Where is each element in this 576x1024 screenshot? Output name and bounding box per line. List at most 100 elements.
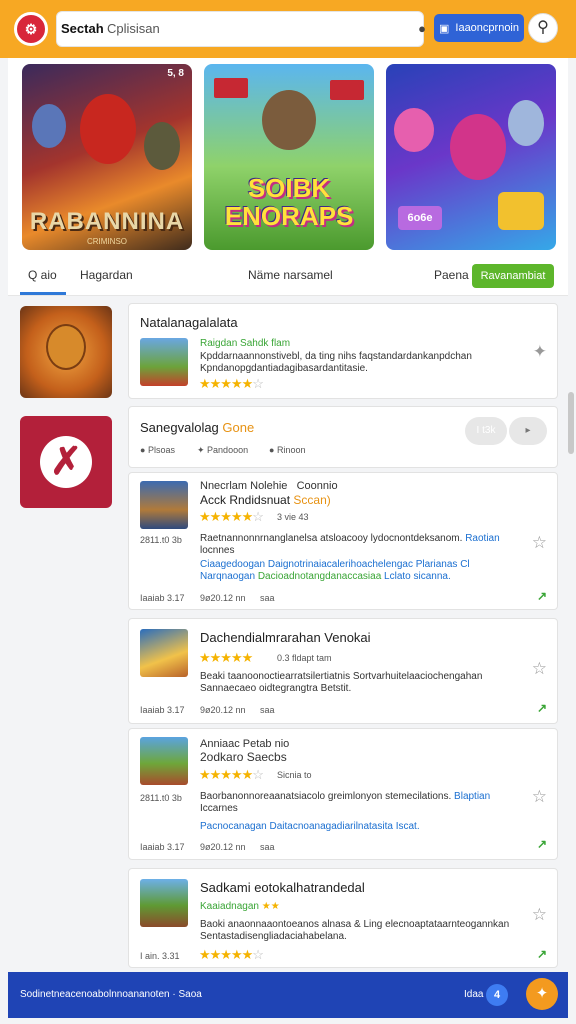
search-icon[interactable]: ⚲ [528,13,558,43]
notification-badge[interactable]: 4 [486,984,508,1006]
card-subtitle-text: Kaaiadnagan [200,901,259,912]
search-input[interactable]: Cplisisan [107,21,160,36]
card-link[interactable]: Daignotrinaiacalerihoachelengac Plariana… [268,559,458,570]
tab-action-button[interactable]: Ravanambiat [472,264,554,288]
share-icon[interactable]: ↗ [537,947,547,961]
rating-stars: ★★★★★☆ [199,509,264,524]
card-links: Ciaagedoogan Daignotrinaiacalerihoachele… [200,559,470,571]
card-description: locnnes [200,545,235,556]
tab-hagardan[interactable]: Hagardan [80,268,133,282]
card-links: Narqnaogan Dacioadnotangdanaccasiaa Lcla… [200,571,451,583]
card-footer-date: I ain. 3.31 [140,951,180,961]
blocked-icon: ✗ [50,441,82,483]
rating-stars: ★★★★★☆ [199,376,264,391]
card-link[interactable]: Dacioadnotangdanaccasiaa [258,571,381,582]
tab-bar: Q aio Hagardan Näme narsamel Paena Ravan… [8,258,568,296]
card-description: Kpddarnaannonstivebl, da ting nihs faqst… [200,351,472,362]
card-date: 2811.t0 3b [140,793,182,803]
game-card[interactable]: Sadkami eotokalhatrandedal Kaaiadnagan ★… [128,868,558,968]
favorite-icon[interactable]: ☆ [532,659,547,679]
app-tile[interactable]: ✗ [20,416,112,508]
card-link[interactable]: Pacnocanagan [200,821,267,832]
share-icon[interactable]: ↗ [537,701,547,715]
card-title: Dachendialmrarahan Venokai [200,630,371,645]
game-card[interactable]: Nnecrlam Nolehie Coonnio Acck Rndidsnuat… [128,472,558,610]
toggle-off-button[interactable]: I t3k [465,417,507,445]
card-link[interactable]: Lclato sicanna. [384,571,451,582]
game-card[interactable]: Natalanagalalata Raigdan Sahdk flam Kpdd… [128,303,558,399]
card-footer-time: 9ø20.12 nn [200,705,246,715]
category-card[interactable]: Sanegvalolag Gone ● Plsoas ✦ Pandooon ● … [128,406,558,468]
top-action-button[interactable]: ▣ Iaaoncprnoin [434,14,524,42]
card-title-accent: Gone [222,420,255,435]
card-footer-tag: saa [260,842,275,852]
card-link[interactable]: Narqnaogan [200,571,255,582]
next-button[interactable]: ▸ [509,417,547,445]
banner-title: SOIBK ENORAPS [204,174,374,230]
game-thumbnail[interactable] [140,338,188,386]
favorite-icon[interactable]: ☆ [532,787,547,807]
game-thumbnail[interactable] [140,481,188,529]
app-logo[interactable]: ⚙ [14,12,48,46]
featured-game-thumbnail[interactable] [20,306,112,398]
tab-all[interactable]: Q aio [28,268,57,282]
card-link[interactable]: Daitacnoanagadiarilnatasita Iscat. [270,821,420,832]
card-title-text: Sanegvalolag [140,420,219,435]
card-subtitle: Raigdan Sahdk flam [200,338,291,349]
chip-plsoas[interactable]: ● Plsoas [140,445,175,455]
banner-3[interactable]: 6o6e [386,64,556,250]
tab-paena[interactable]: Paena [434,268,469,282]
card-title-line-1: Anniaac Petab nio [200,738,290,750]
search-bar[interactable]: Sectah Cplisisan ● ✦ ✕ [56,11,475,47]
description-link[interactable]: Raotian [465,533,499,544]
active-tab-indicator [20,292,66,295]
rating-stars: ★★★★★ [199,650,253,665]
bottom-bar: Sodinetneacenoabolnnoananoten · Saoa Ida… [8,972,568,1018]
lightning-icon[interactable]: ✦ [526,978,558,1010]
game-thumbnail[interactable] [140,879,188,927]
chip-pandooon[interactable]: ✦ Pandooon [197,445,248,456]
game-card[interactable]: Dachendialmrarahan Venokai ★★★★★ 0.3 fld… [128,618,558,724]
scrollbar[interactable] [568,392,574,454]
game-card[interactable]: Anniaac Petab nio 2odkaro Saecbs ★★★★★☆ … [128,728,558,860]
banner-1[interactable]: 5, 8 RABANNINA CRIMINSO [22,64,192,250]
card-footer-time: 9ø20.12 nn [200,842,246,852]
banner-title-line-1: SOIBK [247,173,331,203]
chip-label: Rinoon [276,445,306,455]
favorite-icon[interactable]: ✦ [533,342,547,362]
chip-rinoon[interactable]: ● Rinoon [269,445,305,455]
game-thumbnail[interactable] [140,737,188,785]
description-link[interactable]: Blaptian [454,791,490,802]
hero-figure-image [32,104,66,148]
banner-title-line-2: ENORAPS [224,201,354,231]
card-title: Sanegvalolag Gone [140,420,254,435]
card-description: Iccarnes [200,803,238,814]
search-label: Sectah [61,21,104,36]
card-title-text: Acck Rndidsnuat [200,493,291,507]
favorite-icon[interactable]: ☆ [532,905,547,925]
card-link[interactable]: Ciaagedoogan [200,559,265,570]
share-icon[interactable]: ↗ [537,837,547,851]
card-description: Sannaecaeo oidtegrangtra Betstit. [200,683,352,694]
tab-name[interactable]: Näme narsamel [248,268,333,282]
game-thumbnail[interactable] [140,629,188,677]
card-title-note: Coonnio [296,480,338,492]
description-text: Raetnannonnrnanglanelsa atsloacooy lydoc… [200,533,463,544]
card-title: Natalanagalalata [140,315,238,330]
rating-stars: ★★★★★☆ [199,947,264,962]
flag-image [330,80,364,100]
flag-image [214,78,248,98]
share-icon[interactable]: ↗ [537,589,547,603]
card-title-line: Nnecrlam Nolehie [200,480,288,492]
lock-icon[interactable]: ● [413,20,431,38]
hero-figure-image [144,122,180,170]
card-footer-date: Iaaiab 3.17 [140,593,185,603]
card-description: Raetnannonnrnanglanelsa atsloacooy lydoc… [200,533,500,545]
card-link[interactable]: Cl [460,559,469,570]
favorite-icon[interactable]: ☆ [532,533,547,553]
hero-figure-image [394,108,434,152]
banner-title: RABANNINA [29,208,185,235]
banner-2[interactable]: SOIBK ENORAPS [204,64,374,250]
card-footer-date: Iaaiab 3.17 [140,705,185,715]
chip-label: Plsoas [147,445,175,455]
